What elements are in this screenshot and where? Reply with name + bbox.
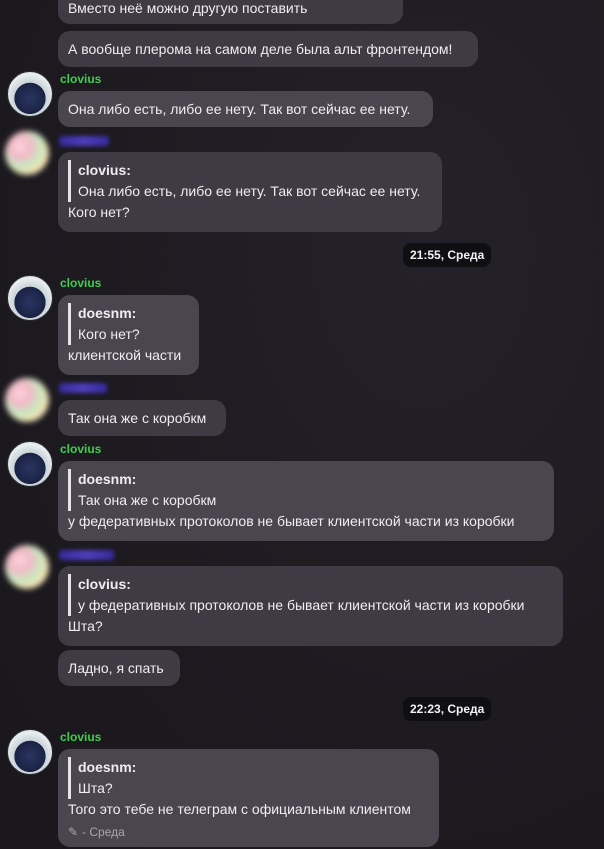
reply-quote[interactable]: doesnm: Шта? <box>68 757 429 799</box>
message-bubble[interactable]: doesnm: Шта? Того это тебе не телеграм с… <box>58 749 439 847</box>
quote-author: doesnm: <box>78 471 137 487</box>
message-text: А вообще плерома на самом деле была альт… <box>68 41 453 57</box>
quote-author: doesnm: <box>78 759 137 775</box>
author-name[interactable]: clovius <box>60 730 101 744</box>
author-name[interactable]: clovius <box>60 276 101 290</box>
quote-text: Так она же с коробкм <box>78 492 217 508</box>
reply-quote[interactable]: clovius: Она либо есть, либо ее нету. Та… <box>68 160 432 202</box>
author-name-blurred[interactable] <box>59 136 109 146</box>
avatar[interactable] <box>7 275 53 321</box>
reply-quote[interactable]: doesnm: Кого нет? <box>68 303 189 345</box>
message-text: Того это тебе не телеграм с официальным … <box>68 801 411 817</box>
avatar[interactable] <box>7 71 53 117</box>
avatar[interactable] <box>5 545 49 589</box>
timestamp-divider: 22:23, Среда <box>403 697 492 721</box>
pencil-icon: ✎ <box>68 825 79 839</box>
message-bubble[interactable]: А вообще плерома на самом деле была альт… <box>58 31 478 67</box>
message-bubble[interactable]: Она либо есть, либо ее нету. Так вот сей… <box>58 91 433 127</box>
message-text: Кого нет? <box>68 204 130 220</box>
author-name-blurred[interactable] <box>59 550 114 560</box>
message-text: Ладно, я спать <box>68 660 164 676</box>
edited-label: - Среда <box>82 825 125 839</box>
quote-author: clovius: <box>78 162 131 178</box>
avatar[interactable] <box>7 441 53 487</box>
message-text: у федеративных протоколов не бывает клие… <box>68 513 515 529</box>
message-text: Шта? <box>68 618 103 634</box>
message-bubble[interactable]: clovius: Она либо есть, либо ее нету. Та… <box>58 152 442 232</box>
avatar[interactable] <box>7 729 53 775</box>
message-text: Так она же с коробкм <box>68 410 207 426</box>
message-bubble[interactable]: Так она же с коробкм <box>58 400 226 436</box>
quote-author: clovius: <box>78 576 131 592</box>
reply-quote[interactable]: doesnm: Так она же с коробкм <box>68 469 544 511</box>
message-bubble[interactable]: doesnm: Кого нет? клиентской части <box>58 295 199 375</box>
author-name[interactable]: clovius <box>60 442 101 456</box>
quote-text: Шта? <box>78 780 113 796</box>
message-text: Она либо есть, либо ее нету. Так вот сей… <box>68 101 411 117</box>
message-bubble[interactable]: clovius: у федеративных протоколов не бы… <box>58 566 563 646</box>
message-text: Вместо неё можно другую поставить <box>68 0 308 16</box>
author-name-blurred[interactable] <box>59 383 107 393</box>
avatar[interactable] <box>5 378 49 422</box>
message-bubble[interactable]: Вместо неё можно другую поставить <box>58 0 403 24</box>
author-name[interactable]: clovius <box>60 72 101 86</box>
message-text: клиентской части <box>68 347 182 363</box>
timestamp-divider: 21:55, Среда <box>403 243 492 267</box>
quote-text: Кого нет? <box>78 326 140 342</box>
edited-indicator: ✎ - Среда <box>68 822 429 843</box>
avatar[interactable] <box>5 131 49 175</box>
quote-author: doesnm: <box>78 305 137 321</box>
message-bubble[interactable]: Ладно, я спать <box>58 650 180 686</box>
quote-text: у федеративных протоколов не бывает клие… <box>78 597 525 613</box>
reply-quote[interactable]: clovius: у федеративных протоколов не бы… <box>68 574 553 616</box>
quote-text: Она либо есть, либо ее нету. Так вот сей… <box>78 183 421 199</box>
message-bubble[interactable]: doesnm: Так она же с коробкм у федератив… <box>58 461 554 541</box>
